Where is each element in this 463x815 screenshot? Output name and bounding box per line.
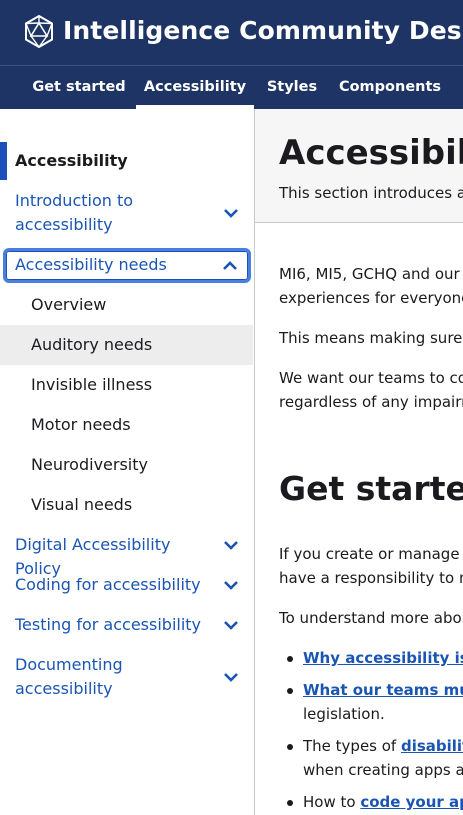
why-accessibility-link[interactable]: Why accessibility is (303, 649, 463, 667)
sidebar-subitem-neurodiversity[interactable]: Neurodiversity (0, 445, 253, 485)
nav-styles[interactable]: Styles (258, 66, 326, 109)
chevron-down-icon[interactable] (223, 620, 239, 630)
paragraph-line: MI6, MI5, GCHQ and our (279, 265, 460, 283)
sidebar-item-label: Coding for accessibility (15, 575, 201, 594)
chevron-up-icon[interactable] (222, 261, 238, 271)
chevron-down-icon[interactable] (223, 672, 239, 682)
chevron-down-icon[interactable] (223, 208, 239, 218)
paragraph-line: have a responsibility to m (279, 569, 463, 587)
sidebar-subitem-invisible-illness[interactable]: Invisible illness (0, 365, 253, 405)
sidebar-item-coding-for-accessibility[interactable]: Coding for accessibility (0, 573, 253, 597)
page-title: Accessibility (279, 133, 463, 173)
teams-paragraph: We want our teams to co regardless of an… (279, 366, 463, 414)
side-navigation: Accessibility Introduction to accessibil… (0, 109, 255, 815)
list-item: How to code your ap (287, 790, 463, 814)
list-item-text: when creating apps a (303, 761, 463, 779)
sidebar-subitem-overview[interactable]: Overview (0, 285, 253, 325)
sidebar-item-documenting-accessibility[interactable]: Documenting accessibility (0, 653, 253, 701)
sidebar-heading[interactable]: Accessibility (0, 142, 253, 180)
sidebar-subitem-motor-needs[interactable]: Motor needs (0, 405, 253, 445)
paragraph-line: We want our teams to co (279, 369, 463, 387)
primary-nav: Get started Accessibility Styles Compone… (0, 65, 463, 109)
sidebar-item-introduction[interactable]: Introduction to accessibility (0, 189, 253, 237)
list-item-text: legislation. (303, 705, 385, 723)
disabilities-link[interactable]: disabilit (401, 737, 463, 755)
icosahedron-logo-icon[interactable] (24, 15, 54, 48)
list-item: Why accessibility is (287, 646, 463, 670)
main-content: Accessibility This section introduces a … (255, 109, 463, 815)
understand-paragraph: To understand more abo (279, 609, 462, 627)
sidebar-item-accessibility-needs[interactable]: Accessibility needs (3, 248, 251, 283)
list-item: The types of disabilit when creating app… (287, 734, 463, 782)
list-item-text: The types of (303, 737, 401, 755)
nav-components[interactable]: Components (332, 66, 448, 109)
sidebar-item-testing-for-accessibility[interactable]: Testing for accessibility (0, 613, 253, 637)
chevron-down-icon[interactable] (223, 540, 239, 550)
site-title[interactable]: Intelligence Community Design System (63, 16, 463, 45)
nav-get-started[interactable]: Get started (24, 66, 134, 109)
sidebar-item-label: accessibility (15, 215, 113, 234)
sidebar-item-label: Documenting (15, 655, 123, 674)
get-started-heading: Get started (279, 469, 463, 508)
sidebar-item-label: accessibility (15, 679, 113, 698)
sidebar-item-label: Accessibility needs (15, 255, 167, 274)
list-item-text: How to (303, 793, 361, 811)
nav-accessibility[interactable]: Accessibility (136, 66, 254, 109)
list-item: What our teams mu legislation. (287, 678, 463, 726)
paragraph-line: If you create or manage a (279, 545, 463, 563)
page-subtitle: This section introduces a (279, 184, 463, 202)
responsibility-paragraph: If you create or manage a have a respons… (279, 542, 463, 590)
sidebar-subitem-auditory-needs[interactable]: Auditory needs (0, 325, 253, 365)
paragraph-line: regardless of any impairn (279, 393, 463, 411)
what-teams-must-link[interactable]: What our teams mu (303, 681, 463, 699)
code-your-apps-link[interactable]: code your ap (360, 793, 463, 811)
intro-paragraph: MI6, MI5, GCHQ and our experiences for e… (279, 262, 463, 310)
page-hero: Accessibility This section introduces a (255, 109, 463, 223)
sidebar-item-label: Testing for accessibility (15, 615, 202, 634)
paragraph-line: experiences for everyone (279, 289, 463, 307)
sidebar-item-label: Introduction to (15, 191, 134, 210)
sidebar-subitem-visual-needs[interactable]: Visual needs (0, 485, 253, 525)
means-paragraph: This means making sure (279, 329, 463, 347)
site-header: Intelligence Community Design System (0, 0, 463, 65)
chevron-down-icon[interactable] (223, 580, 239, 590)
